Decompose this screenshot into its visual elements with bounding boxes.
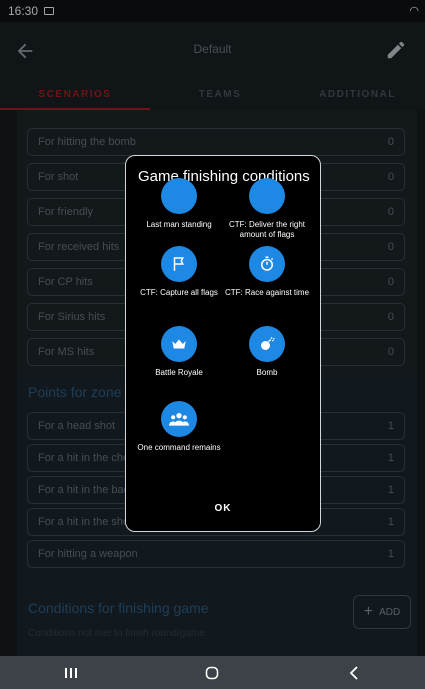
system-nav-bar bbox=[0, 656, 425, 689]
option-label: CTF: Race against time bbox=[224, 288, 310, 297]
bomb-icon bbox=[249, 326, 285, 362]
option-label: Bomb bbox=[256, 368, 278, 377]
game-finishing-conditions-dialog: Game finishing conditions Last man stand… bbox=[125, 155, 321, 532]
option-battle-royale[interactable]: Battle Royale bbox=[134, 326, 224, 378]
option-label: Battle Royale bbox=[155, 368, 203, 377]
option-label: One command remains bbox=[137, 443, 221, 452]
back-icon[interactable] bbox=[339, 663, 369, 683]
option-capture-all-flags[interactable]: CTF: Capture all flags bbox=[134, 246, 224, 298]
option-label: Last man standing bbox=[146, 220, 212, 229]
option-one-command-remains[interactable]: One command remains bbox=[134, 401, 224, 453]
person-icon bbox=[161, 178, 197, 214]
option-bomb[interactable]: Bomb bbox=[222, 326, 312, 378]
group-icon bbox=[161, 401, 197, 437]
flag-icon bbox=[161, 246, 197, 282]
home-icon[interactable] bbox=[197, 663, 227, 683]
option-deliver-flags[interactable]: CTF: Deliver the right amount of flags bbox=[222, 178, 312, 239]
crown-icon bbox=[161, 326, 197, 362]
option-race-against-time[interactable]: CTF: Race against time bbox=[222, 246, 312, 298]
option-label: CTF: Capture all flags bbox=[140, 288, 218, 297]
option-label: CTF: Deliver the right amount of flags bbox=[228, 220, 306, 239]
ok-button[interactable]: OK bbox=[126, 503, 320, 514]
flags-icon bbox=[249, 178, 285, 214]
option-last-man-standing[interactable]: Last man standing bbox=[134, 178, 224, 230]
recent-apps-icon[interactable] bbox=[56, 663, 86, 683]
stopwatch-icon bbox=[249, 246, 285, 282]
